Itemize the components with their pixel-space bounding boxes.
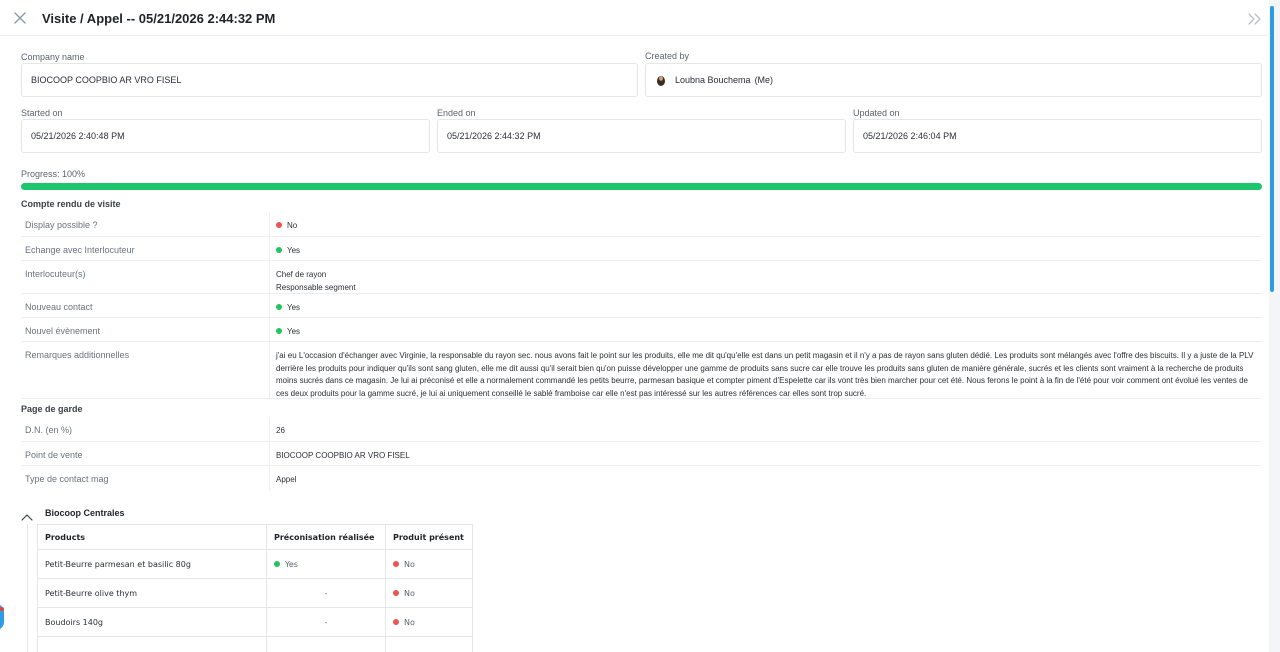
progress-label: Progress: 100% xyxy=(21,169,86,179)
progress-bar xyxy=(21,183,1262,190)
updated-on-field[interactable]: 05/21/2026 2:46:04 PM xyxy=(853,119,1262,153)
status-dot-yes xyxy=(274,560,280,567)
created-by-suffix: (Me) xyxy=(754,75,774,85)
close-icon[interactable] xyxy=(12,10,28,26)
produit-present-cell: No xyxy=(385,549,473,579)
status-text: Yes xyxy=(287,303,301,312)
status-dot-no xyxy=(276,222,282,228)
kv-value: 26 xyxy=(276,426,285,435)
kv-value: Yes xyxy=(276,302,300,315)
kv-key: Point de vente xyxy=(25,450,83,460)
kv-row-nouveau-contact: Nouveau contact Yes xyxy=(21,294,1262,318)
ended-on-label: Ended on xyxy=(437,108,476,118)
remarques-text: j'ai eu L'occasion d'échanger avec Virgi… xyxy=(276,351,1254,398)
ended-on-field[interactable]: 05/21/2026 2:44:32 PM xyxy=(437,119,846,153)
created-by-field[interactable]: Loubna Bouchema (Me) xyxy=(645,63,1262,97)
interlocuteur-line: Chef de rayon xyxy=(276,270,327,279)
section-title-compte-rendu: Compte rendu de visite xyxy=(21,199,121,209)
interlocuteur-line: Responsable segment xyxy=(276,282,356,292)
column-header-products: Products xyxy=(37,524,267,550)
double-chevron-right-icon[interactable] xyxy=(1247,12,1263,26)
group-rail xyxy=(27,524,28,652)
kv-row-display-possible: Display possible ? No xyxy=(21,212,1262,237)
kv-row-dn: D.N. (en %) 26 xyxy=(21,417,1262,442)
status-dot-no xyxy=(393,589,399,596)
preconisation-cell: - xyxy=(266,607,386,637)
kv-row-interlocuteurs: Interlocuteur(s) Chef de rayon Responsab… xyxy=(21,261,1262,294)
avatar xyxy=(655,74,667,86)
status-dot-yes xyxy=(276,247,282,253)
status-text: No xyxy=(404,588,415,598)
kv-key: Nouvel évènement xyxy=(25,326,101,336)
ended-on-value: 05/21/2026 2:44:32 PM xyxy=(447,131,541,141)
table-row[interactable]: Petit-Beurre olive thym - No xyxy=(37,578,473,608)
status-text: Yes xyxy=(287,327,301,336)
kv-row-nouvel-evenement: Nouvel évènement Yes xyxy=(21,318,1262,342)
kv-key: Type de contact mag xyxy=(25,474,109,484)
progress-bar-fill xyxy=(21,183,1262,190)
kv-value: Yes xyxy=(276,245,300,258)
company-name-label: Company name xyxy=(21,52,85,62)
kv-row-point-de-vente: Point de vente BIOCOOP COOPBIO AR VRO FI… xyxy=(21,442,1262,466)
produit-present-cell: No xyxy=(385,578,473,608)
kv-key: Display possible ? xyxy=(25,220,98,230)
product-name: Petit-Beurre parmesan et basilic 80g xyxy=(37,549,267,579)
status-text: No xyxy=(404,559,415,569)
dialog-title: Visite / Appel -- 05/21/2026 2:44:32 PM xyxy=(42,11,276,26)
group-title-biocoop-centrales[interactable]: Biocoop Centrales xyxy=(45,508,125,518)
product-name: Petit-Beurre olive thym xyxy=(37,578,267,608)
status-dot-no xyxy=(393,560,399,567)
kv-key: Interlocuteur(s) xyxy=(25,269,86,279)
table-row[interactable]: Boudoirs 140g - No xyxy=(37,607,473,637)
kv-row-echange: Echange avec Interlocuteur Yes xyxy=(21,237,1262,261)
product-name: Boudoirs 140g xyxy=(37,607,267,637)
started-on-field[interactable]: 05/21/2026 2:40:48 PM xyxy=(21,119,430,153)
preconisation-cell: - xyxy=(266,578,386,608)
started-on-value: 05/21/2026 2:40:48 PM xyxy=(31,131,125,141)
notification-badge xyxy=(0,607,4,611)
created-by-label: Created by xyxy=(645,51,690,61)
status-dot-no xyxy=(393,618,399,625)
kv-key: D.N. (en %) xyxy=(25,425,73,435)
kv-value: Appel xyxy=(276,475,297,484)
kv-key: Remarques additionnelles xyxy=(25,350,130,360)
status-dot-yes xyxy=(276,304,282,310)
produit-present-cell: No xyxy=(385,607,473,637)
updated-on-value: 05/21/2026 2:46:04 PM xyxy=(863,131,957,141)
status-text: No xyxy=(404,617,415,627)
created-by-value: Loubna Bouchema xyxy=(675,75,751,85)
kv-value: BIOCOOP COOPBIO AR VRO FISEL xyxy=(276,451,410,460)
status-dot-yes xyxy=(276,328,282,334)
table-row[interactable]: Petit-Beurre parmesan et basilic 80g Yes… xyxy=(37,549,473,579)
section-title-page-de-garde: Page de garde xyxy=(21,404,83,414)
column-header-produit-present: Produit présent xyxy=(385,524,473,550)
scrollbar-thumb[interactable] xyxy=(1270,6,1274,292)
started-on-label: Started on xyxy=(21,108,63,118)
kv-value: Yes xyxy=(276,326,300,339)
status-text: No xyxy=(287,221,298,230)
kv-key: Echange avec Interlocuteur xyxy=(25,245,135,255)
kv-value: Chef de rayon Responsable segment xyxy=(276,269,356,294)
company-name-value: BIOCOOP COOPBIO AR VRO FISEL xyxy=(31,75,182,85)
column-header-preconisation: Préconisation réalisée xyxy=(266,524,386,550)
chevron-up-icon[interactable] xyxy=(21,509,33,521)
kv-row-remarques: Remarques additionnelles j'ai eu L'occas… xyxy=(21,342,1262,399)
kv-value: No xyxy=(276,220,297,233)
updated-on-label: Updated on xyxy=(853,108,900,118)
table-header-row: Products Préconisation réalisée Produit … xyxy=(37,524,473,550)
products-table: Products Préconisation réalisée Produit … xyxy=(37,524,473,652)
kv-row-type-contact: Type de contact mag Appel xyxy=(21,466,1262,491)
preconisation-cell: Yes xyxy=(266,549,386,579)
dialog-header: Visite / Appel -- 05/21/2026 2:44:32 PM xyxy=(0,0,1268,36)
table-row[interactable] xyxy=(37,636,473,652)
company-name-field[interactable]: BIOCOOP COOPBIO AR VRO FISEL xyxy=(21,63,638,97)
product-name-partial xyxy=(37,636,267,652)
status-text: Yes xyxy=(285,559,298,569)
status-text: Yes xyxy=(287,246,301,255)
kv-key: Nouveau contact xyxy=(25,302,93,312)
